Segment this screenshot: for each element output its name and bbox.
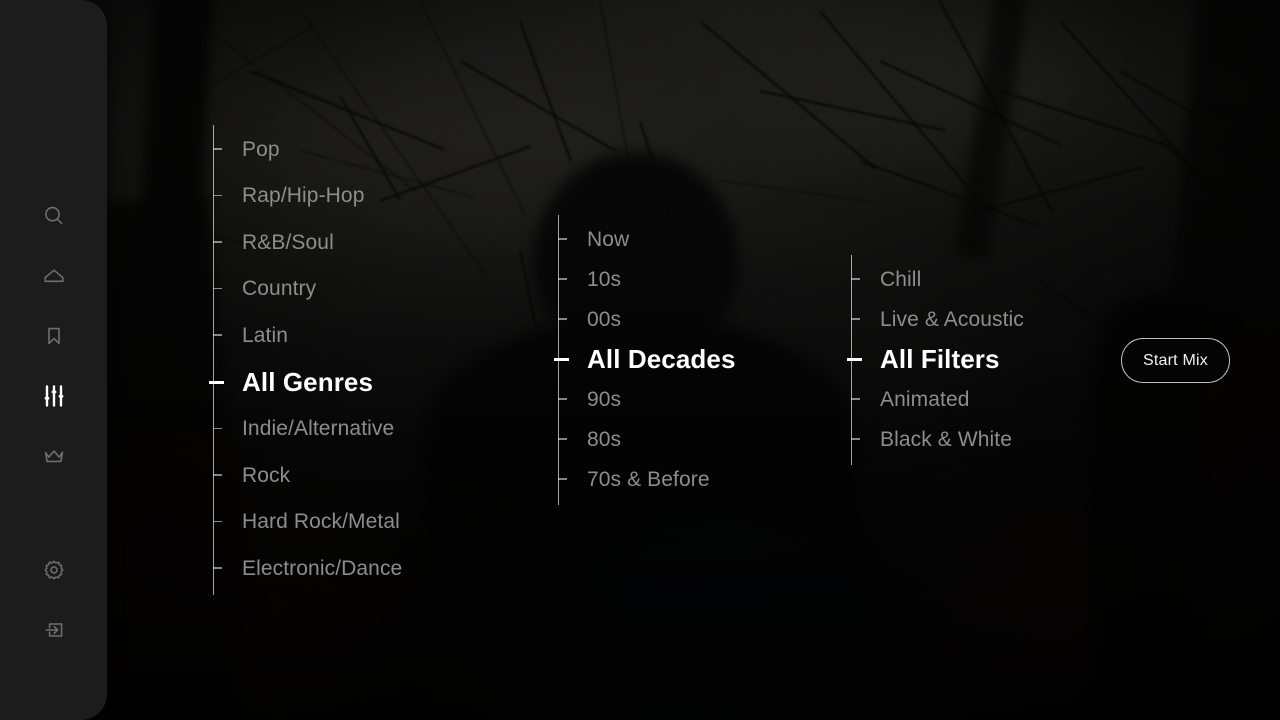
- bookmark-icon: [41, 323, 67, 349]
- option-tick-icon: [851, 398, 860, 400]
- option-tick-icon: [213, 520, 222, 523]
- start-mix-label: Start Mix: [1143, 351, 1208, 369]
- option-tick-icon: [558, 318, 567, 320]
- option-item[interactable]: 70s & Before: [558, 464, 710, 494]
- option-tick-icon: [558, 478, 567, 480]
- option-tick-icon: [213, 334, 222, 336]
- option-label: Latin: [242, 323, 289, 347]
- option-label: 00s: [587, 307, 622, 331]
- option-item[interactable]: 00s: [558, 304, 621, 334]
- option-tick-icon: [213, 148, 222, 150]
- option-label: Hard Rock/Metal: [242, 510, 400, 534]
- option-item[interactable]: Live & Acoustic: [851, 304, 1024, 334]
- home-icon: [41, 263, 67, 289]
- option-item[interactable]: Latin: [213, 320, 288, 350]
- option-label: Pop: [242, 137, 280, 161]
- sidebar-item-mix[interactable]: [0, 366, 107, 426]
- option-label: Country: [242, 277, 317, 301]
- option-label: Rock: [242, 463, 291, 487]
- option-item[interactable]: 10s: [558, 264, 621, 294]
- option-tick-icon: [558, 238, 567, 240]
- option-item[interactable]: Hard Rock/Metal: [213, 507, 400, 537]
- sidebar-secondary-icons: [0, 540, 107, 660]
- option-item[interactable]: Pop: [213, 134, 280, 164]
- option-tick-icon: [213, 567, 222, 569]
- option-label: All Genres: [242, 367, 374, 397]
- app-root: Pop Rap/Hip-Hop R&B/Soul Country Latin All Ge…: [0, 0, 1280, 720]
- option-label: Chill: [880, 267, 922, 291]
- option-tick-icon: [213, 287, 222, 290]
- option-tick-icon: [851, 278, 860, 280]
- option-item[interactable]: Rap/Hip-Hop: [213, 181, 365, 211]
- option-label: Now: [587, 227, 630, 251]
- option-item[interactable]: Indie/Alternative: [213, 414, 394, 444]
- sidebar-item-premium[interactable]: [0, 426, 107, 486]
- option-item[interactable]: Electronic/Dance: [213, 553, 402, 583]
- equalizer-icon: [40, 382, 68, 410]
- option-label: Rap/Hip-Hop: [242, 184, 365, 208]
- option-label: Indie/Alternative: [242, 417, 395, 441]
- option-label: 80s: [587, 427, 622, 451]
- option-tick-icon: [554, 357, 569, 361]
- sidebar-item-home[interactable]: [0, 246, 107, 306]
- option-item[interactable]: Rock: [213, 460, 290, 490]
- sidebar-primary-icons: [0, 186, 107, 486]
- option-label: 70s & Before: [587, 467, 710, 491]
- option-item[interactable]: 90s: [558, 384, 621, 414]
- option-tick-icon: [213, 474, 222, 476]
- option-item[interactable]: Now: [558, 224, 629, 254]
- sidebar-rail: [0, 0, 107, 720]
- option-label: 10s: [587, 267, 622, 291]
- option-tick-icon: [851, 318, 860, 320]
- sidebar-item-search[interactable]: [0, 186, 107, 246]
- option-label: Black & White: [880, 427, 1013, 451]
- gear-icon: [41, 557, 67, 583]
- option-item[interactable]: Country: [213, 274, 316, 304]
- option-label: R&B/Soul: [242, 230, 334, 254]
- option-tick-icon: [209, 380, 224, 384]
- login-arrow-icon: [41, 617, 67, 643]
- option-tick-icon: [213, 427, 222, 430]
- sidebar-item-signin[interactable]: [0, 600, 107, 660]
- option-label: Electronic/Dance: [242, 556, 403, 580]
- filter-columns: Pop Rap/Hip-Hop R&B/Soul Country Latin All Ge…: [0, 0, 1280, 720]
- option-label: Live & Acoustic: [880, 307, 1024, 331]
- sidebar-item-settings[interactable]: [0, 540, 107, 600]
- crown-icon: [41, 443, 67, 469]
- option-label: All Decades: [587, 344, 736, 374]
- sidebar-item-saved[interactable]: [0, 306, 107, 366]
- option-label: Animated: [880, 387, 970, 411]
- option-item-selected[interactable]: All Decades: [554, 344, 736, 374]
- option-tick-icon: [213, 194, 222, 197]
- option-tick-icon: [213, 241, 222, 243]
- option-tick-icon: [558, 278, 567, 280]
- option-tick-icon: [851, 438, 860, 440]
- search-icon: [41, 203, 67, 229]
- option-item-selected[interactable]: All Filters: [847, 344, 1000, 374]
- option-label: 90s: [587, 387, 622, 411]
- option-tick-icon: [847, 357, 862, 361]
- option-label: All Filters: [880, 344, 1000, 374]
- option-item-selected[interactable]: All Genres: [209, 367, 374, 397]
- option-item[interactable]: Chill: [851, 264, 921, 294]
- option-item[interactable]: Black & White: [851, 424, 1012, 454]
- option-tick-icon: [558, 398, 567, 400]
- option-item[interactable]: 80s: [558, 424, 621, 454]
- option-tick-icon: [558, 438, 567, 440]
- option-item[interactable]: Animated: [851, 384, 970, 414]
- option-item[interactable]: R&B/Soul: [213, 227, 334, 257]
- start-mix-button[interactable]: Start Mix: [1121, 338, 1230, 383]
